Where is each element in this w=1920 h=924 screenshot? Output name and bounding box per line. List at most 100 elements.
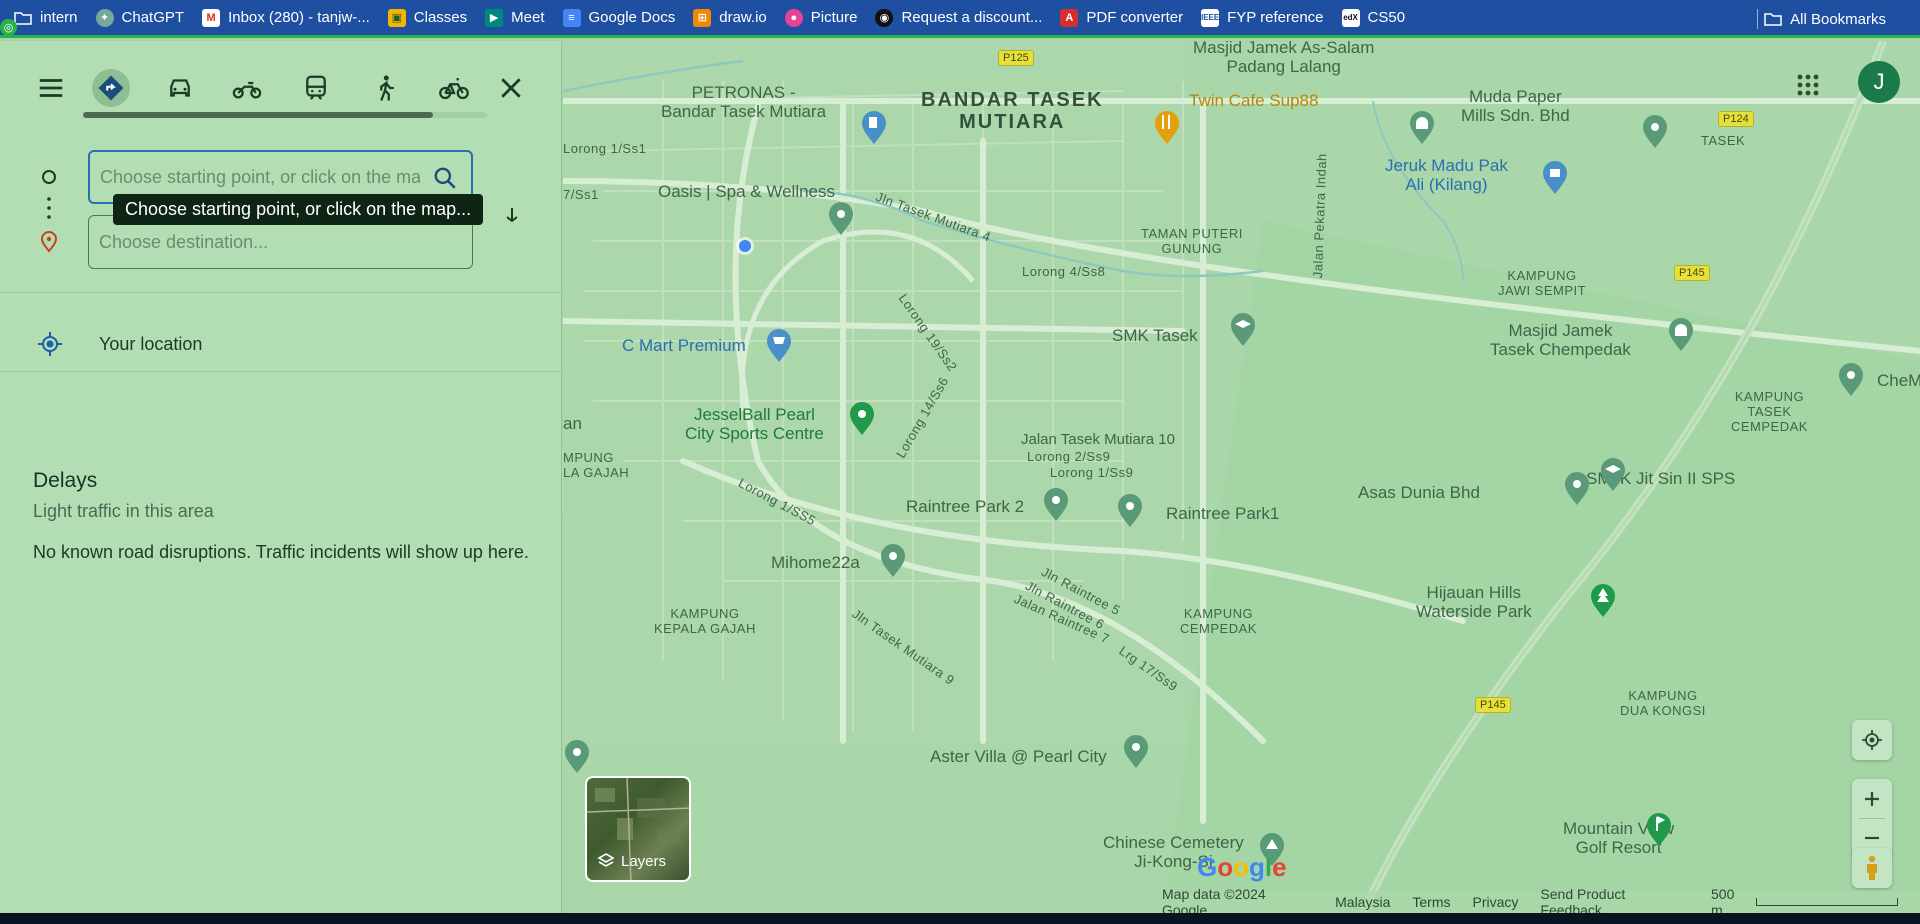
bookmark-pdf[interactable]: A PDF converter: [1060, 3, 1183, 33]
park-pin-icon[interactable]: [1589, 582, 1617, 618]
place-masjid-as-salam[interactable]: Masjid Jamek As-Salam Padang Lalang: [1193, 41, 1374, 76]
place-pin-icon[interactable]: [1116, 492, 1144, 528]
delays-description: No known road disruptions. Traffic incid…: [33, 542, 529, 562]
scale-label[interactable]: 500 m: [1711, 886, 1750, 913]
road-lorong-2-ss9: Lorong 2/Ss9: [1027, 449, 1111, 464]
bookmark-label: Request a discount...: [901, 9, 1043, 26]
bookmark-drawio[interactable]: ⊞ draw.io: [693, 3, 767, 33]
bookmark-label: Picture: [810, 9, 858, 26]
place-mihome22a[interactable]: Mihome22a: [771, 553, 860, 573]
starting-point-input[interactable]: [100, 166, 420, 188]
place-pin-icon[interactable]: [1122, 733, 1150, 769]
destination-pin-icon: [40, 231, 58, 253]
road-lorong-1-ss9: Lorong 1/Ss9: [1050, 465, 1134, 480]
bookmark-intern[interactable]: intern: [14, 3, 78, 33]
place-pin-icon[interactable]: [1837, 361, 1865, 397]
sports-pin-icon[interactable]: [848, 400, 876, 436]
golf-pin-icon[interactable]: [1645, 811, 1673, 847]
shopping-pin-icon[interactable]: [1541, 159, 1569, 195]
privacy-link[interactable]: Privacy: [1473, 894, 1519, 910]
travel-mode-bar: [0, 41, 562, 121]
search-icon: [434, 167, 456, 189]
place-pin-icon[interactable]: [827, 200, 855, 236]
mode-motorcycle[interactable]: [228, 69, 266, 107]
place-petronas[interactable]: PETRONAS - Bandar Tasek Mutiara: [661, 83, 826, 121]
apps-grid-icon[interactable]: [1796, 73, 1820, 97]
bookmark-meet[interactable]: ▶ Meet: [485, 3, 545, 33]
shopping-cart-pin-icon[interactable]: [765, 327, 793, 363]
school-pin-icon[interactable]: [1599, 456, 1627, 492]
bookmark-label: Meet: [511, 9, 545, 26]
area-kampung-dua-kongsi: KAMPUNG DUA KONGSI: [1620, 688, 1706, 718]
place-jeruk-madu[interactable]: Jeruk Madu Pak Ali (Kilang): [1385, 156, 1508, 194]
restaurant-pin-icon[interactable]: [1153, 109, 1181, 145]
menu-button[interactable]: [32, 69, 70, 107]
place-jesselball[interactable]: JesselBall Pearl City Sports Centre: [685, 405, 824, 443]
feedback-link[interactable]: Send Product Feedback: [1540, 886, 1689, 913]
place-masjid-tasek[interactable]: Masjid Jamek Tasek Chempedak: [1490, 321, 1631, 359]
divider: [0, 292, 562, 293]
place-hijauan-hills[interactable]: Hijauan Hills Waterside Park: [1416, 583, 1532, 621]
place-chema[interactable]: CheMa: [1877, 371, 1920, 391]
gmail-icon: M: [202, 8, 221, 27]
place-raintree-park-2[interactable]: Raintree Park 2: [906, 497, 1024, 517]
place-aster-villa[interactable]: Aster Villa @ Pearl City: [930, 747, 1107, 767]
school-pin-icon[interactable]: [1229, 311, 1257, 347]
mode-cycling[interactable]: [435, 69, 473, 107]
place-pin-icon[interactable]: [563, 738, 591, 774]
bookmark-fyp[interactable]: IEEE FYP reference: [1201, 3, 1324, 33]
folder-icon: [1764, 10, 1782, 28]
layers-button[interactable]: Layers: [585, 776, 691, 882]
road-lorong-4-ss8: Lorong 4/Ss8: [1022, 264, 1106, 279]
bookmark-classes[interactable]: ▣ Classes: [387, 3, 467, 33]
area-kampung-kepala-gajah: KAMPUNG KEPALA GAJAH: [654, 606, 756, 636]
bookmark-label: intern: [40, 9, 78, 26]
edx-icon: edX: [1341, 8, 1360, 27]
mosque-pin-icon[interactable]: [1667, 316, 1695, 352]
destination-input[interactable]: [99, 231, 462, 253]
bookmark-picture[interactable]: ● Picture: [784, 3, 858, 33]
place-muda-paper[interactable]: Muda Paper Mills Sdn. Bhd: [1461, 87, 1570, 125]
place-twin-cafe[interactable]: Twin Cafe Sup88: [1189, 91, 1318, 111]
place-raintree-park-1[interactable]: Raintree Park1: [1166, 504, 1279, 524]
place-pin-icon[interactable]: [879, 542, 907, 578]
street-view-button[interactable]: [1852, 848, 1892, 888]
bookmarks-separator: [1757, 9, 1758, 29]
map-canvas[interactable]: PETRONAS - Bandar Tasek Mutiara BANDAR T…: [563, 41, 1920, 913]
close-icon: [501, 78, 521, 98]
area-an: an: [563, 414, 582, 433]
close-directions-button[interactable]: [492, 69, 530, 107]
area-bandar-tasek-mutiara: BANDAR TASEK MUTIARA: [921, 89, 1104, 133]
mode-driving[interactable]: [161, 69, 199, 107]
car-icon: [170, 79, 190, 97]
bookmark-chatgpt[interactable]: ✦ ChatGPT: [95, 3, 184, 33]
bookmark-github[interactable]: ◉ Request a discount...: [875, 3, 1042, 33]
my-location-button[interactable]: [1852, 720, 1892, 760]
place-c-mart[interactable]: C Mart Premium: [622, 336, 746, 356]
country-link[interactable]: Malaysia: [1335, 894, 1390, 910]
bookmark-cs50[interactable]: edX CS50: [1341, 3, 1406, 33]
place-pin-icon[interactable]: [1641, 113, 1669, 149]
mode-transit[interactable]: [297, 69, 335, 107]
mode-best-route[interactable]: [92, 69, 130, 107]
bookmark-docs[interactable]: ≡ Google Docs: [562, 3, 675, 33]
all-bookmarks[interactable]: All Bookmarks: [1764, 4, 1886, 34]
gas-station-pin-icon[interactable]: [860, 109, 888, 145]
mosque-pin-icon[interactable]: [1408, 109, 1436, 145]
your-location-item[interactable]: Your location: [0, 309, 562, 379]
bookmark-gmail[interactable]: M Inbox (280) - tanjw-...: [202, 3, 370, 33]
place-oasis-spa[interactable]: Oasis | Spa & Wellness: [658, 182, 835, 202]
zoom-in-button[interactable]: [1864, 780, 1880, 818]
search-button[interactable]: [429, 162, 461, 194]
your-location-label: Your location: [99, 333, 203, 354]
mode-walking[interactable]: [366, 69, 404, 107]
place-smk-tasek[interactable]: SMK Tasek: [1112, 326, 1198, 346]
route-icon: [98, 75, 124, 101]
bookmark-label: CS50: [1367, 9, 1406, 26]
terms-link[interactable]: Terms: [1412, 894, 1450, 910]
swap-arrow-icon[interactable]: [503, 205, 521, 228]
place-asas-dunia[interactable]: Asas Dunia Bhd: [1358, 483, 1480, 503]
place-pin-icon[interactable]: [1563, 470, 1591, 506]
account-avatar[interactable]: J: [1858, 61, 1900, 103]
place-pin-icon[interactable]: [1042, 486, 1070, 522]
